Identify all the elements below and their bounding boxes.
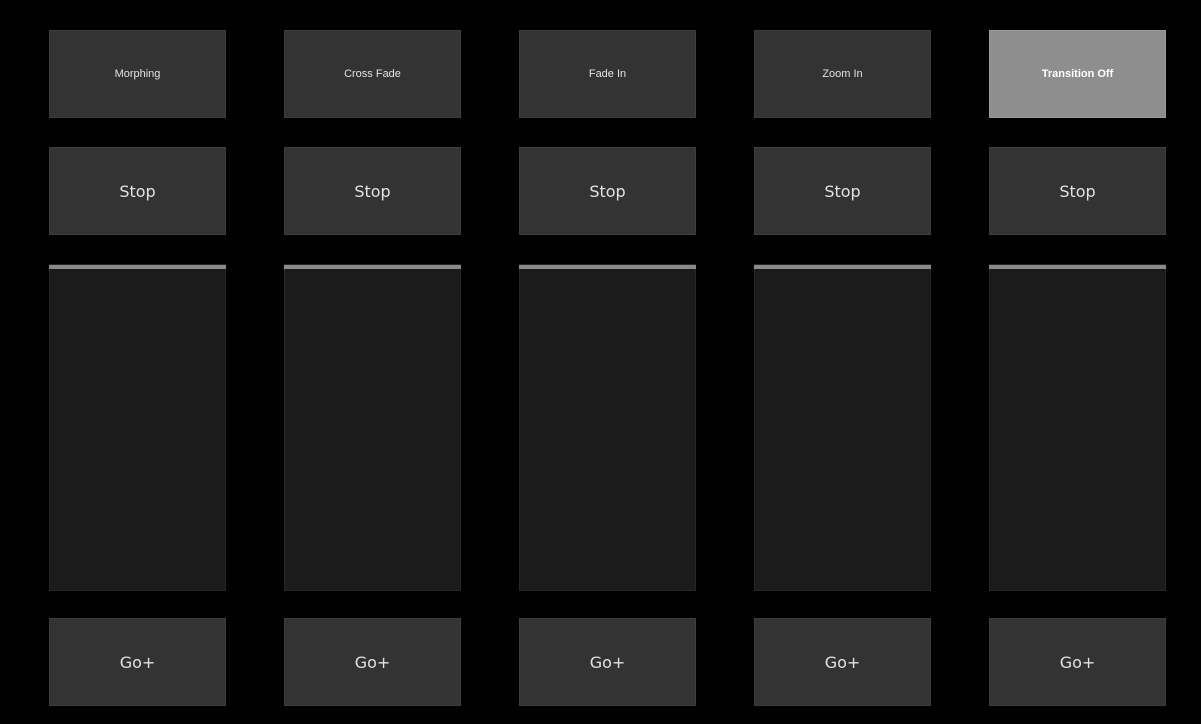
fader-track[interactable]: [284, 264, 461, 591]
fader-fill: [285, 265, 460, 590]
fader-track[interactable]: [49, 264, 226, 591]
mode-button-transition-off[interactable]: Transition Off: [989, 30, 1166, 118]
stop-button[interactable]: Stop: [49, 147, 226, 235]
go-plus-button[interactable]: Go+: [49, 618, 226, 706]
fader-track[interactable]: [754, 264, 931, 591]
mode-button-zoom-in[interactable]: Zoom In: [754, 30, 931, 118]
go-plus-button[interactable]: Go+: [284, 618, 461, 706]
fader-track[interactable]: [519, 264, 696, 591]
stop-button[interactable]: Stop: [284, 147, 461, 235]
fader-track[interactable]: [989, 264, 1166, 591]
fader-fill: [50, 265, 225, 590]
playback-column-transition-off: Transition Off Stop Go+: [989, 7, 1166, 724]
mode-button-fade-in[interactable]: Fade In: [519, 30, 696, 118]
fader-fill: [755, 265, 930, 590]
mode-button-cross-fade[interactable]: Cross Fade: [284, 30, 461, 118]
fader-handle[interactable]: [49, 265, 226, 269]
playback-column-cross-fade: Cross Fade Stop Go+: [284, 7, 461, 724]
fader-handle[interactable]: [284, 265, 461, 269]
playback-panel: Morphing Stop Go+ Cross Fade Stop Go+ Fa…: [11, 7, 1201, 724]
playback-column-morphing: Morphing Stop Go+: [49, 7, 226, 724]
go-plus-button[interactable]: Go+: [519, 618, 696, 706]
playback-column-zoom-in: Zoom In Stop Go+: [754, 7, 931, 724]
stop-button[interactable]: Stop: [989, 147, 1166, 235]
fader-handle[interactable]: [989, 265, 1166, 269]
go-plus-button[interactable]: Go+: [754, 618, 931, 706]
mode-button-morphing[interactable]: Morphing: [49, 30, 226, 118]
fader-handle[interactable]: [519, 265, 696, 269]
fader-fill: [990, 265, 1165, 590]
go-plus-button[interactable]: Go+: [989, 618, 1166, 706]
fader-fill: [520, 265, 695, 590]
playback-column-fade-in: Fade In Stop Go+: [519, 7, 696, 724]
stop-button[interactable]: Stop: [519, 147, 696, 235]
stop-button[interactable]: Stop: [754, 147, 931, 235]
fader-handle[interactable]: [754, 265, 931, 269]
